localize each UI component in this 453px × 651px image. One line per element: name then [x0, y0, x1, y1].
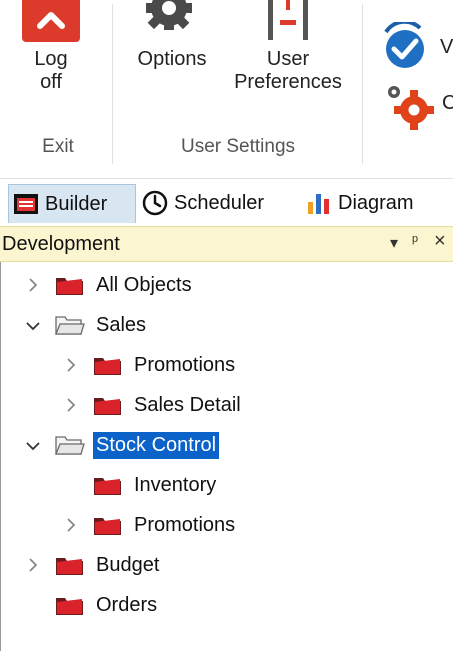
red-gear-icon[interactable]: [382, 82, 438, 132]
tab-scheduler[interactable]: Scheduler: [142, 184, 264, 222]
red-folder-icon: [56, 598, 83, 615]
check-circle-icon[interactable]: [380, 22, 430, 72]
gear-icon: [146, 0, 192, 30]
red-folder-icon: [94, 398, 121, 415]
tab-builder-label: Builder: [45, 192, 108, 215]
user-settings-group-label: User Settings: [180, 136, 296, 157]
pin-icon[interactable]: ᵖ: [412, 233, 418, 251]
tree-node-label: Inventory: [134, 473, 217, 496]
partial-button-label: V: [440, 36, 453, 58]
tree-node-label: Sales: [96, 313, 147, 336]
chevron-right-icon[interactable]: [25, 557, 41, 573]
red-folder-icon: [56, 558, 83, 575]
ribbon: Log off Options User Preferences Exit Us…: [0, 0, 453, 179]
tree-node-label: Budget: [96, 553, 160, 576]
open-folder-icon: [55, 436, 85, 455]
view-tabs: Builder Scheduler Diagram: [0, 180, 453, 226]
tab-builder[interactable]: Builder: [8, 184, 136, 223]
panel-title: Development: [2, 233, 120, 255]
chevron-down-icon[interactable]: [25, 438, 41, 454]
group-separator: [112, 4, 113, 164]
tree-node[interactable]: Promotions: [93, 348, 238, 382]
options-button[interactable]: Options: [122, 0, 222, 120]
panel-header: Development ▾ ᵖ ×: [0, 226, 453, 262]
tree-node-label: Promotions: [134, 353, 236, 376]
open-folder-icon: [55, 316, 85, 335]
chevron-down-icon[interactable]: [25, 318, 41, 334]
tree-node[interactable]: All Objects: [55, 268, 195, 302]
builder-icon: [14, 194, 38, 214]
tree-node[interactable]: Budget: [55, 548, 162, 582]
tree-node-label: Orders: [96, 593, 158, 616]
chevron-right-icon[interactable]: [63, 517, 79, 533]
chevron-right-icon[interactable]: [63, 397, 79, 413]
tree-node-selected[interactable]: Stock Control: [55, 428, 221, 462]
tree-node[interactable]: Sales Detail: [93, 388, 244, 422]
red-folder-icon: [94, 358, 121, 375]
tab-diagram[interactable]: Diagram: [306, 184, 414, 222]
user-preferences-label: User Preferences: [234, 48, 342, 93]
user-preferences-icon: [268, 0, 308, 40]
partial-button-label: C: [442, 92, 453, 114]
red-folder-icon: [94, 518, 121, 535]
tree-node-label: Stock Control: [91, 430, 221, 460]
group-separator: [362, 4, 363, 164]
log-off-icon: [22, 0, 80, 42]
tree-node-label: Sales Detail: [134, 393, 241, 416]
log-off-label: Log off: [34, 48, 68, 93]
tree-node-label: All Objects: [96, 273, 192, 296]
tree-node[interactable]: Inventory: [93, 468, 219, 502]
panel-dropdown-icon[interactable]: ▾: [390, 233, 398, 253]
exit-group-label: Exit: [42, 136, 74, 157]
bar-chart-icon: [308, 194, 329, 214]
tree-node[interactable]: Promotions: [93, 508, 238, 542]
tab-diagram-label: Diagram: [338, 191, 414, 214]
close-icon[interactable]: ×: [434, 230, 446, 253]
chevron-right-icon[interactable]: [25, 277, 41, 293]
options-label: Options: [137, 48, 207, 70]
tab-scheduler-label: Scheduler: [174, 191, 265, 214]
object-tree: All Objects Sales Promotions Sales Detai…: [0, 262, 453, 651]
red-folder-icon: [94, 478, 121, 495]
chevron-right-icon[interactable]: [63, 357, 79, 373]
user-preferences-button[interactable]: User Preferences: [222, 0, 354, 120]
tree-node[interactable]: Orders: [55, 588, 160, 622]
tree-node[interactable]: Sales: [55, 308, 149, 342]
log-off-button[interactable]: Log off: [16, 0, 86, 120]
tree-node-label: Promotions: [134, 513, 236, 536]
red-folder-icon: [56, 278, 83, 295]
clock-icon: [142, 190, 168, 216]
